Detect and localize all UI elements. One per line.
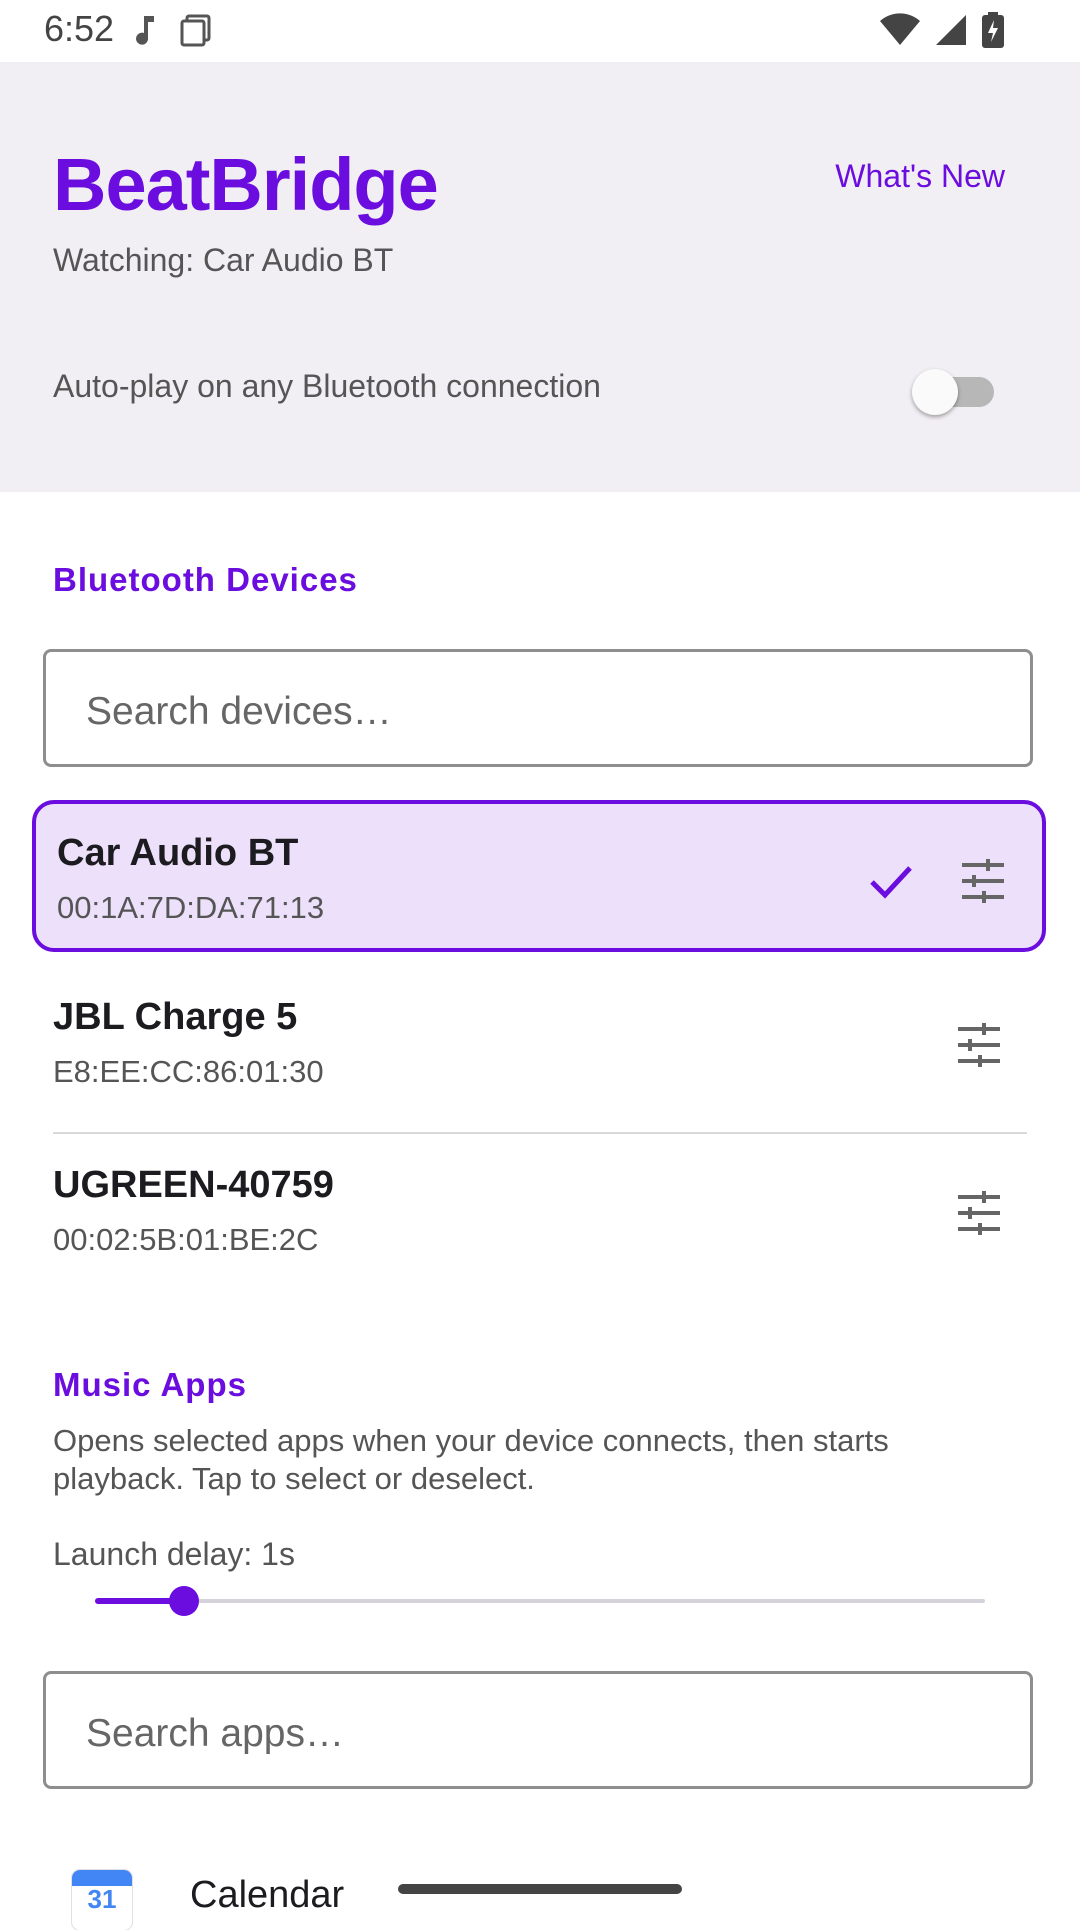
whats-new-button[interactable]: What's New (835, 158, 1005, 195)
tune-icon[interactable] (954, 1188, 1004, 1238)
tune-icon[interactable] (954, 1020, 1004, 1070)
device-search-input[interactable]: Search devices… (43, 649, 1033, 767)
toggle-thumb (912, 369, 958, 415)
device-divider (53, 1132, 1027, 1134)
device-row-car-audio[interactable]: Car Audio BT 00:1A:7D:DA:71:13 (32, 800, 1046, 952)
status-bar: 6:52 (0, 0, 1080, 62)
app-title: BeatBridge (53, 143, 439, 226)
check-icon (870, 866, 912, 899)
music-note-icon (136, 16, 154, 45)
device-row-ugreen[interactable]: UGREEN-40759 00:02:5B:01:BE:2C (32, 1136, 1046, 1288)
bluetooth-section-title: Bluetooth Devices (53, 561, 358, 598)
watching-status: Watching: Car Audio BT (53, 242, 394, 278)
device-mac: 00:02:5B:01:BE:2C (53, 1222, 319, 1257)
launch-delay-label: Launch delay: 1s (53, 1536, 295, 1572)
home-indicator[interactable] (398, 1884, 682, 1894)
music-apps-section-title: Music Apps (53, 1366, 247, 1403)
device-name: Car Audio BT (57, 832, 299, 874)
status-system-icons (880, 12, 1004, 48)
device-row-jbl[interactable]: JBL Charge 5 E8:EE:CC:86:01:30 (32, 968, 1046, 1120)
launch-delay-slider[interactable] (95, 1584, 985, 1618)
cell-signal-icon (936, 15, 966, 45)
status-notification-icons (130, 12, 214, 48)
slider-track (95, 1599, 985, 1603)
screenshot-icon (180, 14, 211, 47)
app-name: Calendar (190, 1874, 345, 1916)
calendar-app-icon: 31 (72, 1870, 132, 1930)
slider-thumb[interactable] (169, 1586, 199, 1616)
battery-charging-icon (982, 12, 1004, 48)
device-name: UGREEN-40759 (53, 1164, 334, 1206)
app-header: BeatBridge What's New Watching: Car Audi… (0, 62, 1080, 492)
app-row-calendar[interactable]: 31 Calendar (72, 1866, 1032, 1930)
device-name: JBL Charge 5 (53, 996, 298, 1038)
device-mac: 00:1A:7D:DA:71:13 (57, 890, 325, 925)
app-search-input[interactable]: Search apps… (43, 1671, 1033, 1789)
music-apps-description: Opens selected apps when your device con… (53, 1423, 889, 1496)
tune-icon[interactable] (958, 856, 1008, 906)
wifi-icon (880, 13, 920, 45)
autoplay-label: Auto-play on any Bluetooth connection (53, 368, 601, 404)
status-time: 6:52 (44, 8, 115, 49)
device-mac: E8:EE:CC:86:01:30 (53, 1054, 324, 1089)
autoplay-toggle[interactable] (912, 365, 998, 417)
